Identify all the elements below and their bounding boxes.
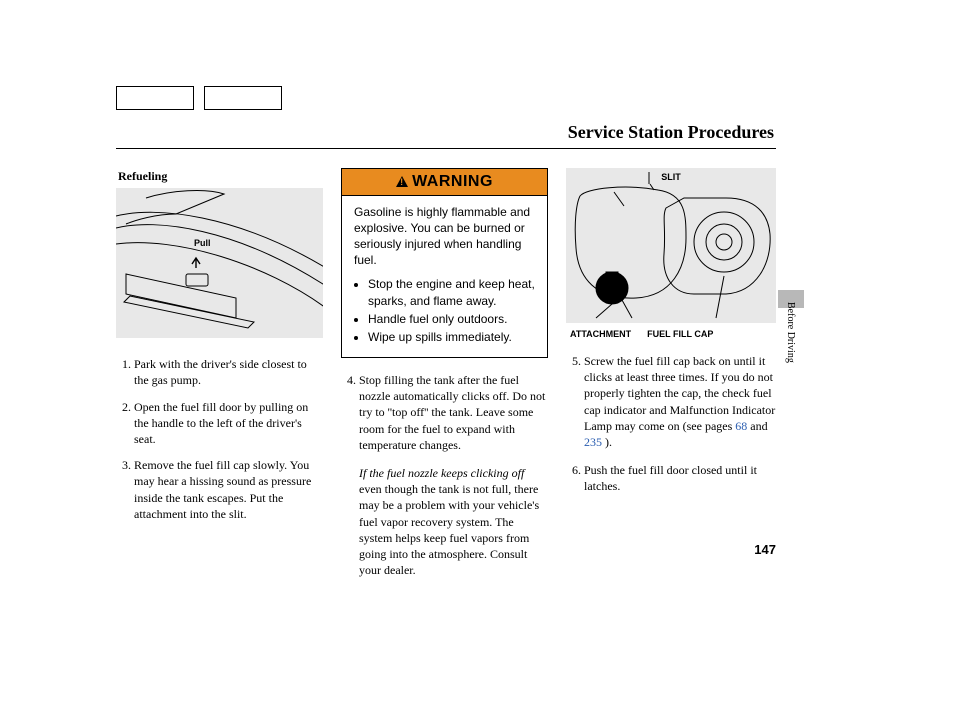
warning-bullet: Wipe up spills immediately. [368, 329, 537, 345]
warning-bullet: Handle fuel only outdoors. [368, 311, 537, 327]
warning-box: WARNING Gasoline is highly flammable and… [341, 168, 548, 358]
placeholder-box [116, 86, 194, 110]
step-5: Screw the fuel fill cap back on until it… [584, 353, 776, 450]
warning-intro: Gasoline is highly flammable and explosi… [354, 204, 537, 269]
top-placeholder-boxes [116, 86, 282, 110]
steps-list-2: Stop filling the tank after the fuel noz… [341, 372, 548, 453]
title-rule [116, 148, 776, 149]
column-2: WARNING Gasoline is highly flammable and… [341, 168, 548, 590]
step-3: Remove the fuel fill cap slowly. You may… [134, 457, 323, 522]
label-attachment: ATTACHMENT [570, 329, 631, 339]
label-fuel-fill-cap: FUEL FILL CAP [647, 329, 713, 339]
page-link-235[interactable]: 235 [584, 435, 602, 449]
steps-list-3: Screw the fuel fill cap back on until it… [566, 353, 776, 495]
step-1: Park with the driver's side closest to t… [134, 356, 323, 388]
page-title: Service Station Procedures [568, 122, 774, 143]
column-1: Refueling Pull Pa [116, 168, 323, 590]
warning-header: WARNING [342, 169, 547, 196]
figure-fuel-cap: SLIT [566, 168, 776, 323]
figure-fuel-door-lever: Pull [116, 188, 323, 338]
figure-bottom-labels: ATTACHMENT FUEL FILL CAP [570, 329, 776, 339]
step-2: Open the fuel fill door by pulling on th… [134, 399, 323, 448]
warning-bullets: Stop the engine and keep heat, sparks, a… [354, 276, 537, 345]
column-3: SLIT ATT [566, 168, 776, 590]
subhead-refueling: Refueling [118, 168, 323, 184]
steps-list-1: Park with the driver's side closest to t… [116, 356, 323, 522]
step-4: Stop filling the tank after the fuel noz… [359, 372, 548, 453]
page-number: 147 [754, 542, 776, 557]
nozzle-note-body: even though the tank is not full, there … [359, 482, 539, 577]
figure-label-pull: Pull [194, 238, 211, 248]
side-section-label: Before Driving [785, 302, 796, 363]
nozzle-note: If the fuel nozzle keeps clicking off ev… [341, 465, 548, 578]
step-5-mid: and [750, 419, 767, 433]
nozzle-note-italic: If the fuel nozzle keeps clicking off [359, 466, 524, 480]
placeholder-box [204, 86, 282, 110]
warning-bullet: Stop the engine and keep heat, sparks, a… [368, 276, 537, 308]
step-6: Push the fuel fill door closed until it … [584, 462, 776, 494]
warning-header-text: WARNING [412, 171, 493, 193]
warning-triangle-icon [396, 176, 408, 187]
step-5-text: Screw the fuel fill cap back on until it… [584, 354, 775, 433]
step-5-tail: ). [605, 435, 612, 449]
figure-label-slit: SLIT [566, 172, 776, 182]
page-link-68[interactable]: 68 [735, 419, 747, 433]
